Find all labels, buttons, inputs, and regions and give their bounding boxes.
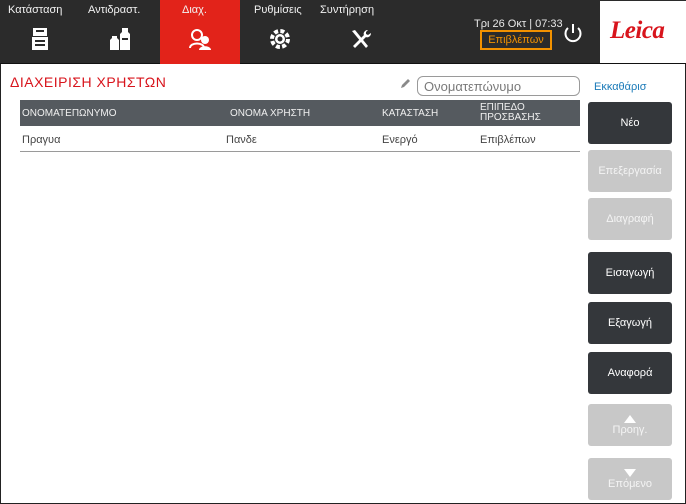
table-row[interactable]: Πραγυα Πανδε Ενεργό Επιβλέπων <box>20 130 580 152</box>
report-button[interactable]: Αναφορά <box>588 352 672 394</box>
import-button[interactable]: Εισαγωγή <box>588 252 672 294</box>
top-navigation-bar: Κατάσταση Αντιδραστ. Διαχ. Ρυθμίσεις Συν… <box>0 0 686 64</box>
settings-gear-icon <box>270 29 290 49</box>
name-search-input[interactable] <box>417 76 580 96</box>
tab-status[interactable]: Κατάσταση <box>0 0 80 64</box>
users-table-header: ΟΝΟΜΑΤΕΠΩΝΥΜΟ ΟΝΟΜΑ ΧΡΗΣΤΗ ΚΑΤΑΣΤΑΣΗ ΕΠΙ… <box>20 100 580 126</box>
tab-status-label: Κατάσταση <box>8 4 63 16</box>
tab-reagents[interactable]: Αντιδραστ. <box>80 0 160 64</box>
column-header-full-name[interactable]: ΟΝΟΜΑΤΕΠΩΝΥΜΟ <box>22 100 117 126</box>
next-page-button[interactable]: Επόμενο <box>588 458 672 500</box>
reagent-bottles-icon <box>110 28 130 50</box>
power-icon[interactable] <box>562 22 584 44</box>
next-page-label: Επόμενο <box>608 477 652 490</box>
column-header-username[interactable]: ΟΝΟΜΑ ΧΡΗΣΤΗ <box>230 100 310 126</box>
instrument-status-icon <box>32 28 48 50</box>
edit-user-button[interactable]: Επεξεργασία <box>588 150 672 192</box>
tab-settings[interactable]: Ρυθμίσεις <box>240 0 320 64</box>
arrow-down-icon <box>624 468 636 477</box>
column-header-status[interactable]: ΚΑΤΑΣΤΑΣΗ <box>382 100 438 126</box>
cell-full-name: Πραγυα <box>22 134 61 146</box>
access-level-badge[interactable]: Επιβλέπων <box>480 30 552 50</box>
export-button[interactable]: Εξαγωγή <box>588 302 672 344</box>
tab-reagents-label: Αντιδραστ. <box>88 4 141 16</box>
previous-page-label: Προηγ. <box>612 423 648 436</box>
tab-maintenance[interactable]: Συντήρηση <box>320 0 400 64</box>
leica-logo: Leica <box>600 1 686 63</box>
tab-administration-label: Διαχ. <box>182 4 207 16</box>
new-user-button[interactable]: Νέο <box>588 102 672 144</box>
logo-text: Leica <box>610 17 665 44</box>
cell-username: Πανδε <box>226 134 257 146</box>
date-time-display: Τρι 26 Οκτ | 07:33 <box>474 18 563 30</box>
arrow-up-icon <box>624 414 636 423</box>
clear-search-link[interactable]: Εκκαθάρισ <box>594 81 647 93</box>
tab-settings-label: Ρυθμίσεις <box>254 4 302 16</box>
tab-administration[interactable]: Διαχ. <box>160 0 240 64</box>
administration-users-icon <box>189 29 211 50</box>
column-header-access-level[interactable]: ΕΠΙΠΕΔΟ ΠΡΟΣΒΑΣΗΣ <box>480 100 560 126</box>
page-title: ΔΙΑΧΕΙΡΙΣΗ ΧΡΗΣΤΩΝ <box>10 74 167 90</box>
tab-maintenance-label: Συντήρηση <box>320 4 375 16</box>
previous-page-button[interactable]: Προηγ. <box>588 404 672 446</box>
maintenance-tools-icon <box>352 30 371 48</box>
cell-access-level: Επιβλέπων <box>480 134 536 146</box>
cell-status: Ενεργό <box>382 134 418 146</box>
pencil-icon <box>401 79 410 88</box>
delete-user-button[interactable]: Διαγραφή <box>588 198 672 240</box>
